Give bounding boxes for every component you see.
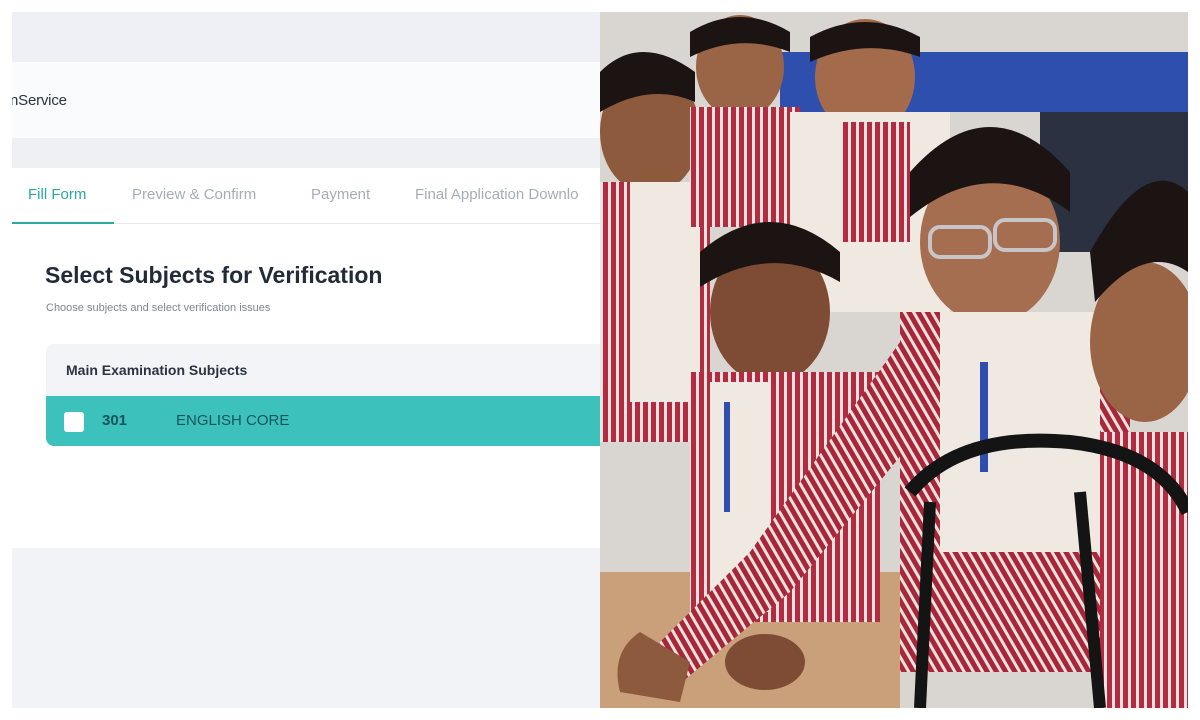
section-subtitle: Choose subjects and select verification … (46, 302, 271, 314)
form-card: Fill Form Preview & Confirm Payment Fina… (12, 168, 600, 548)
tab-preview-confirm[interactable]: Preview & Confirm (132, 186, 256, 203)
page-lower-area (12, 548, 600, 708)
subjects-table-header-label: Main Examination Subjects (66, 362, 248, 378)
tab-fill-form[interactable]: Fill Form (28, 186, 86, 203)
step-tabs: Fill Form Preview & Confirm Payment Fina… (12, 168, 600, 224)
students-photo-illustration (600, 12, 1188, 708)
browser-top-strip (12, 12, 600, 62)
subjects-table-header: Main Examination Subjects (46, 344, 600, 396)
table-row[interactable]: 301 ENGLISH CORE (46, 396, 600, 446)
app-title: nService (12, 92, 67, 109)
subject-code: 301 (102, 412, 128, 429)
subject-checkbox[interactable] (64, 412, 84, 432)
screenshot-panel: nService Fill Form Preview & Confirm Pay… (12, 12, 600, 708)
tab-final-application-download[interactable]: Final Application Downlo (415, 186, 578, 203)
header-gap (12, 138, 600, 168)
tab-payment[interactable]: Payment (311, 186, 370, 203)
active-tab-indicator (12, 222, 114, 224)
students-photo (600, 12, 1188, 708)
subject-name: ENGLISH CORE (176, 412, 290, 429)
app-header: nService (12, 62, 600, 138)
section-title: Select Subjects for Verification (45, 262, 383, 288)
